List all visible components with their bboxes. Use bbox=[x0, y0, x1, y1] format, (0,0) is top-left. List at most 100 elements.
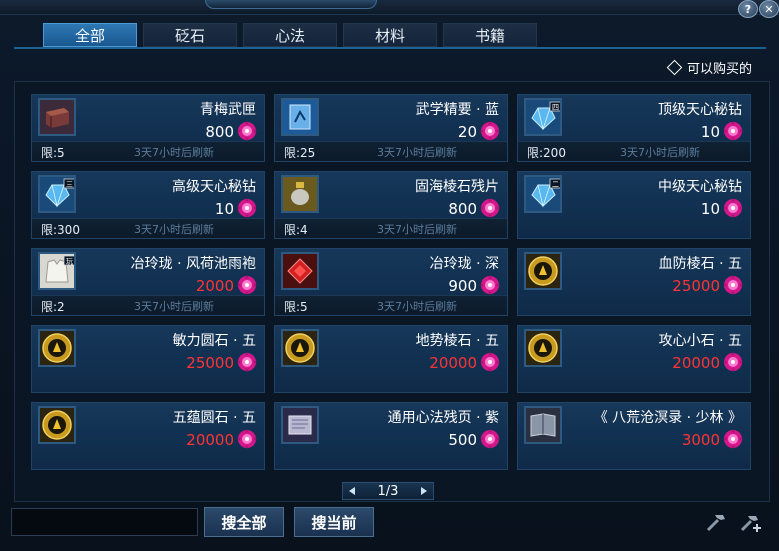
shop-window: ? ✕ 全部 砭石 心法 材料 书籍 可以购买的 青梅武匣 800 限:5 3天… bbox=[0, 0, 779, 551]
svg-text:二: 二 bbox=[552, 181, 559, 189]
currency-gem-icon bbox=[236, 274, 258, 296]
book-icon[interactable] bbox=[524, 406, 562, 444]
robe-icon[interactable]: 玩 bbox=[38, 252, 76, 290]
item-price: 800 bbox=[205, 123, 234, 141]
currency-gem-icon bbox=[722, 428, 744, 450]
title-bar bbox=[0, 0, 779, 15]
item-price: 10 bbox=[700, 123, 720, 141]
currency-gem-icon bbox=[722, 197, 744, 219]
currency-gem-icon bbox=[722, 351, 744, 373]
shop-item[interactable]: 四 顶级天心秘钻 10 限:200 3天7小时后刷新 bbox=[517, 94, 751, 162]
shop-item[interactable]: 攻心小石 · 五 20000 bbox=[517, 325, 751, 393]
refresh-timer: 3天7小时后刷新 bbox=[377, 300, 457, 313]
item-name: 通用心法残页 · 紫 bbox=[387, 410, 499, 426]
item-price: 3000 bbox=[681, 431, 720, 449]
gold-stone-icon[interactable] bbox=[281, 329, 319, 367]
shop-item[interactable]: 地势棱石 · 五 20000 bbox=[274, 325, 508, 393]
chest-icon[interactable] bbox=[38, 98, 76, 136]
search-input[interactable] bbox=[11, 508, 198, 536]
close-button[interactable]: ✕ bbox=[759, 0, 779, 18]
shop-item[interactable]: 固海棱石残片 800 限:4 3天7小时后刷新 bbox=[274, 171, 508, 239]
gold-stone-icon[interactable] bbox=[524, 329, 562, 367]
item-price: 25000 bbox=[672, 277, 720, 295]
shop-item[interactable]: 血防棱石 · 五 25000 bbox=[517, 248, 751, 316]
refresh-timer: 3天7小时后刷新 bbox=[620, 146, 700, 159]
help-button[interactable]: ? bbox=[738, 0, 758, 18]
item-name: 《 八荒沧溟录 · 少林 》 bbox=[593, 410, 742, 426]
diamond-crystal-icon[interactable]: 四 bbox=[524, 98, 562, 136]
currency-gem-icon bbox=[236, 428, 258, 450]
shop-item[interactable]: 玩 冶玲珑 · 风荷池雨袍 2000 限:2 3天7小时后刷新 bbox=[31, 248, 265, 316]
purchase-limit: 限:5 bbox=[284, 300, 308, 314]
item-price: 10 bbox=[214, 200, 234, 218]
shop-item[interactable]: 通用心法残页 · 紫 500 bbox=[274, 402, 508, 470]
currency-gem-icon bbox=[236, 120, 258, 142]
blue-scroll-icon[interactable] bbox=[281, 98, 319, 136]
tab-xinfa[interactable]: 心法 bbox=[243, 23, 337, 47]
tab-all[interactable]: 全部 bbox=[43, 23, 137, 47]
item-grid: 青梅武匣 800 限:5 3天7小时后刷新 武学精要 · 蓝 20 限:25 3… bbox=[31, 94, 751, 470]
item-price: 20000 bbox=[429, 354, 477, 372]
stone-fragment-icon[interactable] bbox=[281, 175, 319, 213]
limit-bar: 限:4 3天7小时后刷新 bbox=[275, 218, 507, 238]
hammer-add-icon[interactable] bbox=[739, 511, 763, 533]
shop-item[interactable]: 敏力圆石 · 五 25000 bbox=[31, 325, 265, 393]
gold-stone-icon[interactable] bbox=[524, 252, 562, 290]
tab-bianshi[interactable]: 砭石 bbox=[143, 23, 237, 47]
item-price: 800 bbox=[448, 200, 477, 218]
item-name: 冶玲珑 · 风荷池雨袍 bbox=[130, 256, 256, 272]
next-page-icon[interactable] bbox=[420, 487, 427, 495]
shop-item[interactable]: 三 高级天心秘钻 10 限:300 3天7小时后刷新 bbox=[31, 171, 265, 239]
currency-gem-icon bbox=[236, 197, 258, 219]
limit-bar: 限:300 3天7小时后刷新 bbox=[32, 218, 264, 238]
purchase-limit: 限:300 bbox=[41, 223, 80, 237]
tab-books[interactable]: 书籍 bbox=[443, 23, 537, 47]
page-indicator: 1/3 bbox=[377, 483, 399, 499]
item-price: 10 bbox=[700, 200, 720, 218]
search-current-button[interactable]: 搜当前 bbox=[294, 507, 374, 537]
item-name: 五蕴圆石 · 五 bbox=[172, 410, 256, 426]
item-price: 500 bbox=[448, 431, 477, 449]
tab-materials[interactable]: 材料 bbox=[343, 23, 437, 47]
currency-gem-icon bbox=[479, 274, 501, 296]
shop-item[interactable]: 武学精要 · 蓝 20 限:25 3天7小时后刷新 bbox=[274, 94, 508, 162]
shop-item[interactable]: 五蕴圆石 · 五 20000 bbox=[31, 402, 265, 470]
currency-gem-icon bbox=[236, 351, 258, 373]
purple-scroll-icon[interactable] bbox=[281, 406, 319, 444]
svg-text:四: 四 bbox=[552, 104, 559, 112]
shop-item[interactable]: 二 中级天心秘钻 10 bbox=[517, 171, 751, 239]
currency-gem-icon bbox=[722, 120, 744, 142]
limit-bar: 限:25 3天7小时后刷新 bbox=[275, 141, 507, 161]
item-price: 25000 bbox=[186, 354, 234, 372]
limit-bar: 限:5 3天7小时后刷新 bbox=[275, 295, 507, 315]
item-price: 20 bbox=[457, 123, 477, 141]
affordable-filter-label: 可以购买的 bbox=[687, 62, 753, 77]
item-name: 固海棱石残片 bbox=[415, 179, 499, 195]
currency-gem-icon bbox=[479, 197, 501, 219]
shop-item[interactable]: 青梅武匣 800 限:5 3天7小时后刷新 bbox=[31, 94, 265, 162]
shop-item[interactable]: 冶玲珑 · 深 900 限:5 3天7小时后刷新 bbox=[274, 248, 508, 316]
item-name: 冶玲珑 · 深 bbox=[429, 256, 499, 272]
shop-item[interactable]: 《 八荒沧溟录 · 少林 》 3000 bbox=[517, 402, 751, 470]
refresh-timer: 3天7小时后刷新 bbox=[134, 300, 214, 313]
prev-page-icon[interactable] bbox=[349, 487, 355, 495]
purchase-limit: 限:5 bbox=[41, 146, 65, 160]
checkbox-diamond-icon[interactable] bbox=[666, 59, 683, 76]
diamond-crystal-icon[interactable]: 二 bbox=[524, 175, 562, 213]
item-name: 中级天心秘钻 bbox=[658, 179, 742, 195]
diamond-crystal-icon[interactable]: 三 bbox=[38, 175, 76, 213]
item-price: 20000 bbox=[672, 354, 720, 372]
search-all-button[interactable]: 搜全部 bbox=[204, 507, 284, 537]
svg-text:玩: 玩 bbox=[66, 258, 73, 266]
limit-bar: 限:5 3天7小时后刷新 bbox=[32, 141, 264, 161]
gold-stone-icon[interactable] bbox=[38, 329, 76, 367]
gold-stone-icon[interactable] bbox=[38, 406, 76, 444]
svg-text:三: 三 bbox=[66, 181, 73, 189]
hammer-icon[interactable] bbox=[704, 511, 728, 533]
affordable-filter[interactable]: 可以购买的 bbox=[666, 58, 753, 77]
red-gem-icon[interactable] bbox=[281, 252, 319, 290]
item-name: 血防棱石 · 五 bbox=[658, 256, 742, 272]
item-name: 高级天心秘钻 bbox=[172, 179, 256, 195]
refresh-timer: 3天7小时后刷新 bbox=[377, 146, 457, 159]
category-tabs: 全部 砭石 心法 材料 书籍 bbox=[43, 23, 537, 47]
